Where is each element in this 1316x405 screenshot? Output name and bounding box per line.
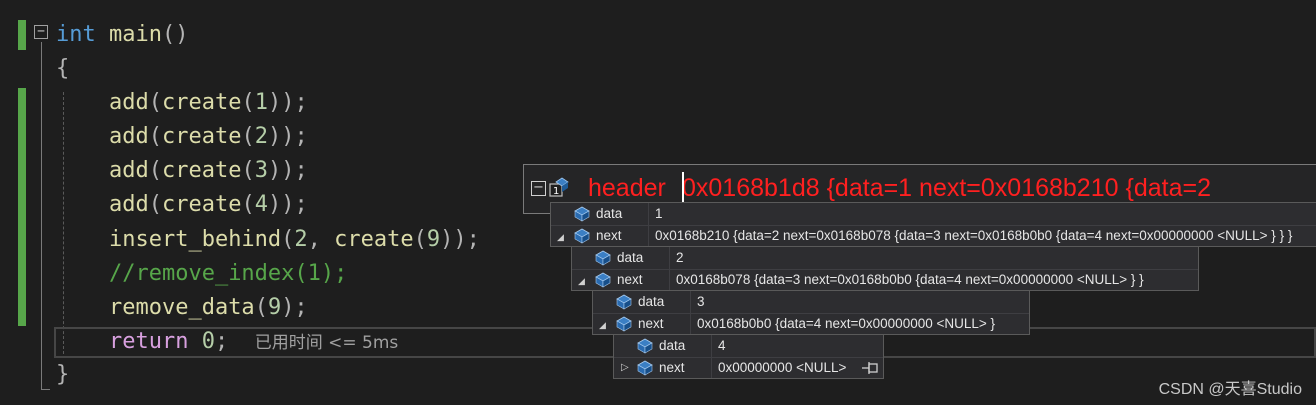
field-value[interactable]: 0x0168b0b0 {data=4 next=0x00000000 <NULL…	[697, 313, 995, 335]
field-value[interactable]: 4	[718, 335, 726, 357]
field-name: data	[659, 338, 686, 353]
expand-arrow-icon[interactable]: ▷	[621, 357, 629, 379]
field-name: next	[659, 360, 685, 375]
pin-icon[interactable]	[861, 362, 879, 374]
change-indicator	[18, 20, 26, 50]
collapse-arrow-icon[interactable]: ◢	[599, 314, 606, 336]
field-icon	[574, 228, 590, 244]
field-value[interactable]: 3	[697, 291, 705, 313]
code-line[interactable]: {	[56, 52, 69, 86]
code-line[interactable]: add(create(3));	[56, 154, 308, 188]
watermark: CSDN @天喜Studio	[1158, 381, 1302, 398]
datatip-row[interactable]: data 3	[593, 291, 1031, 313]
number-literal: 0	[201, 329, 215, 354]
number-literal: 1	[254, 90, 268, 115]
field-name: data	[638, 294, 665, 309]
datatip-row[interactable]: data 2	[572, 247, 1200, 269]
field-icon	[595, 272, 611, 288]
field-icon	[574, 206, 590, 222]
function-name: add	[108, 90, 149, 115]
number-literal: 2	[294, 227, 308, 252]
number-literal: 9	[426, 227, 441, 252]
field-name: next	[617, 272, 643, 287]
pin-variable-icon[interactable]: 1	[549, 176, 569, 198]
code-line[interactable]: add(create(2));	[56, 120, 308, 154]
function-name: insert_behind	[108, 227, 282, 252]
fold-guide-end	[41, 389, 50, 390]
datatip-row[interactable]: ◢ next 0x0168b078 {data=3 next=0x0168b0b…	[572, 269, 1200, 291]
function-name: add	[108, 124, 149, 149]
function-name: main	[109, 22, 162, 47]
field-icon	[616, 316, 632, 332]
code-line[interactable]: remove_data(9);	[56, 291, 308, 325]
function-name: create	[161, 158, 242, 183]
field-value[interactable]: 0x0168b078 {data=3 next=0x0168b0b0 {data…	[676, 269, 1144, 291]
perf-tip[interactable]: 已用时间 <= 5ms	[255, 333, 399, 353]
collapse-arrow-icon[interactable]: ◢	[557, 226, 564, 248]
function-name: add	[108, 192, 149, 217]
function-name: add	[108, 158, 149, 183]
function-name: create	[334, 227, 414, 252]
function-name: create	[161, 192, 242, 217]
keyword: return	[108, 329, 189, 354]
datatip-level-3: data 3 ◢ next 0x0168b0b0 {data=4 next=0x…	[592, 290, 1030, 335]
brace: }	[56, 362, 70, 387]
variable-value: 0x0168b1d8 {data=1 next=0x0168b210 {data…	[682, 174, 1211, 202]
code-line[interactable]: //remove_index(1);	[56, 257, 347, 291]
keyword: int	[56, 22, 96, 47]
text-caret	[682, 172, 684, 204]
datatip-row[interactable]: ▷ next 0x00000000 <NULL>	[614, 357, 885, 379]
number-literal: 9	[267, 295, 282, 320]
function-name: remove_data	[108, 295, 255, 320]
field-name: data	[617, 250, 644, 265]
datatip-row[interactable]: data 4	[614, 335, 885, 357]
datatip-level-1: data 1 ◢ next 0x0168b210 {data=2 next=0x…	[550, 202, 1316, 247]
variable-name: header	[588, 174, 666, 202]
code-line[interactable]: add(create(4));	[56, 188, 308, 222]
code-line[interactable]: return 0; 已用时间 <= 5ms	[56, 325, 398, 359]
field-icon	[637, 338, 653, 354]
datatip-row[interactable]: ◢ next 0x0168b210 {data=2 next=0x0168b07…	[551, 225, 1316, 247]
code-line[interactable]: int main()	[56, 18, 188, 52]
code-line[interactable]: }	[56, 358, 69, 392]
field-value[interactable]: 0x0168b210 {data=2 next=0x0168b078 {data…	[655, 225, 1292, 247]
field-icon	[616, 294, 632, 310]
collapse-icon[interactable]: −	[34, 25, 48, 39]
code-line[interactable]: add(create(1));	[56, 86, 308, 120]
number-literal: 2	[254, 124, 268, 149]
datatip-level-2: data 2 ◢ next 0x0168b078 {data=3 next=0x…	[571, 246, 1199, 291]
field-value[interactable]: 1	[655, 203, 663, 225]
field-name: next	[596, 228, 622, 243]
number-literal: 3	[254, 158, 268, 183]
field-icon	[637, 360, 653, 376]
svg-text:1: 1	[553, 186, 559, 197]
comment: //remove_index(1);	[108, 261, 348, 286]
brace: {	[56, 56, 70, 81]
change-indicator	[18, 88, 26, 326]
datatip-row[interactable]: ◢ next 0x0168b0b0 {data=4 next=0x0000000…	[593, 313, 1031, 335]
field-name: data	[596, 206, 623, 221]
collapse-arrow-icon[interactable]: ◢	[578, 270, 585, 292]
code-line[interactable]: insert_behind(2, create(9));	[56, 223, 480, 257]
function-name: create	[161, 90, 242, 115]
field-value[interactable]: 0x00000000 <NULL>	[718, 357, 846, 379]
datatip-row[interactable]: data 1	[551, 203, 1316, 225]
field-icon	[595, 250, 611, 266]
punctuation: ;	[214, 329, 229, 354]
number-literal: 4	[254, 192, 268, 217]
collapse-datatip-icon[interactable]: −	[531, 181, 546, 196]
field-value[interactable]: 2	[676, 247, 684, 269]
fold-guide	[41, 42, 42, 390]
function-name: create	[161, 124, 242, 149]
datatip-level-4: data 4 ▷ next 0x00000000 <NULL>	[613, 334, 884, 379]
field-name: next	[638, 316, 664, 331]
punctuation: ()	[161, 22, 189, 47]
